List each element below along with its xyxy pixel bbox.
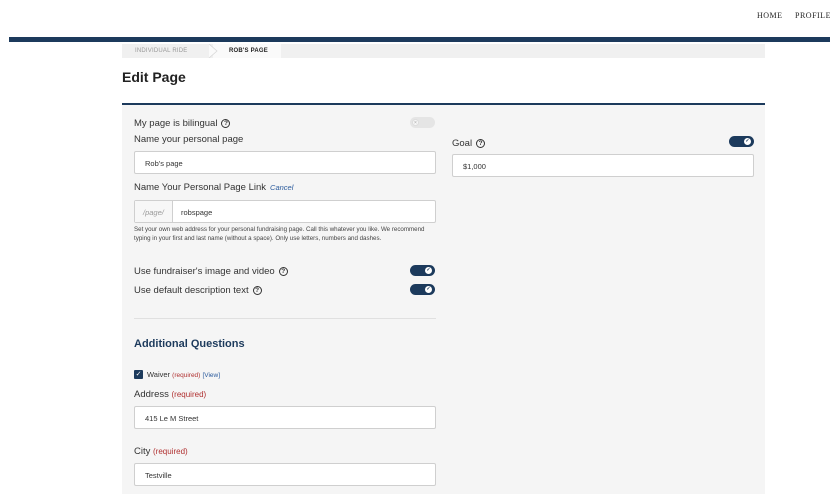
header-bar: [9, 37, 830, 42]
address-required: (required): [171, 390, 207, 399]
bilingual-label: My page is bilingual: [134, 118, 218, 129]
goal-toggle[interactable]: ✓: [729, 136, 754, 147]
check-icon: ✓: [135, 371, 142, 378]
use-desc-toggle[interactable]: ✓: [410, 284, 435, 295]
address-label-row: Address (required): [134, 389, 206, 400]
close-icon: ×: [412, 119, 419, 126]
name-label: Name your personal page: [134, 134, 244, 145]
city-input[interactable]: Testville: [134, 463, 436, 486]
page-link-input[interactable]: /page/ robspage: [134, 200, 436, 223]
page-title: Edit Page: [122, 69, 186, 85]
use-image-label-row: Use fundraiser's image and video?: [134, 266, 288, 277]
city-label: City: [134, 446, 151, 457]
goal-input[interactable]: $1,000: [452, 154, 754, 177]
cancel-link[interactable]: Cancel: [270, 183, 293, 192]
link-help-text: Set your own web address for your person…: [134, 226, 425, 242]
nav-profile-link[interactable]: PROFILE: [795, 11, 830, 20]
address-input[interactable]: 415 Le M Street: [134, 406, 436, 429]
waiver-checkbox[interactable]: ✓: [134, 370, 143, 379]
link-value: robspage: [181, 208, 213, 217]
use-image-label: Use fundraiser's image and video: [134, 266, 275, 277]
breadcrumb: INDIVIDUAL RIDE ROB'S PAGE: [122, 44, 765, 58]
link-label: Name Your Personal Page Link: [134, 182, 267, 193]
question-circle-icon[interactable]: ?: [221, 119, 231, 128]
link-prefix: /page/: [135, 201, 173, 222]
breadcrumb-item-robs-page: ROB'S PAGE: [229, 48, 268, 54]
check-icon: ✓: [744, 138, 751, 145]
use-desc-label: Use default description text: [134, 285, 249, 296]
bilingual-toggle[interactable]: ×: [410, 117, 435, 128]
additional-questions-title: Additional Questions: [134, 338, 245, 350]
waiver-required: (required): [172, 372, 201, 379]
question-circle-icon[interactable]: ?: [252, 286, 262, 295]
use-image-toggle[interactable]: ✓: [410, 265, 435, 276]
section-divider: [134, 318, 436, 319]
waiver-label: Waiver: [147, 370, 171, 379]
waiver-row: Waiver (required) [View]: [147, 370, 220, 379]
bilingual-label-row: My page is bilingual?: [134, 118, 231, 129]
waiver-view-link[interactable]: [View]: [202, 372, 220, 379]
page-name-input[interactable]: Rob's page: [134, 151, 436, 174]
use-desc-label-row: Use default description text?: [134, 285, 262, 296]
link-label-row: Name Your Personal Page Link Cancel: [134, 182, 293, 193]
city-required: (required): [153, 447, 188, 456]
check-icon: ✓: [425, 267, 432, 274]
goal-label-row: Goal?: [452, 138, 486, 149]
address-label: Address: [134, 389, 169, 400]
breadcrumb-separator-icon: [208, 44, 218, 58]
check-icon: ✓: [425, 286, 432, 293]
nav-home-link[interactable]: HOME: [757, 11, 783, 20]
top-nav: HOME PROFILE: [0, 0, 830, 36]
goal-label: Goal: [452, 138, 473, 149]
city-label-row: City (required): [134, 446, 188, 457]
question-circle-icon[interactable]: ?: [476, 139, 486, 148]
question-circle-icon[interactable]: ?: [278, 267, 288, 276]
breadcrumb-item-individual-ride[interactable]: INDIVIDUAL RIDE: [135, 48, 187, 54]
